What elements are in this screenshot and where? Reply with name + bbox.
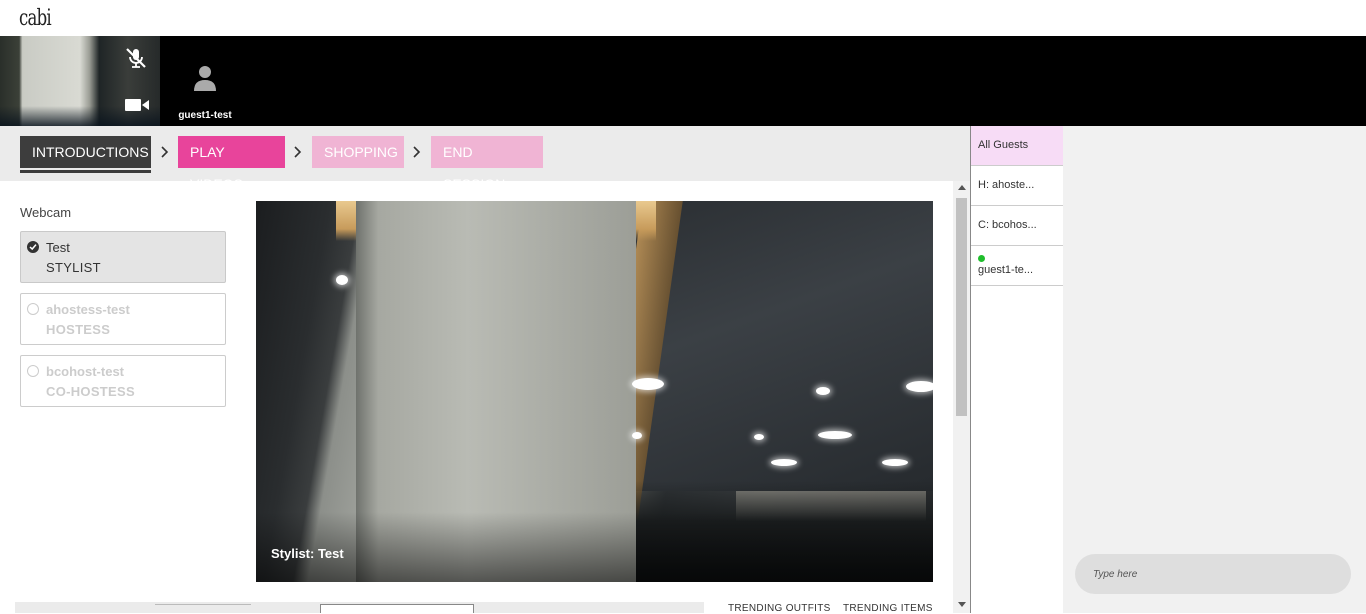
ceiling-light: [816, 387, 830, 395]
ceiling-light: [632, 378, 664, 390]
ceiling-light: [818, 431, 852, 439]
chat-input[interactable]: [1093, 564, 1333, 584]
participant-card-stylist[interactable]: Test STYLIST: [20, 231, 226, 283]
step-play-videos[interactable]: PLAY VIDEOS: [178, 136, 285, 192]
video-ceiling: [636, 201, 933, 491]
chevron-right-icon: [161, 146, 169, 158]
ceiling-light: [906, 381, 933, 392]
guest-item-hostess[interactable]: H: ahoste...: [971, 166, 1063, 206]
bottom-panel-box[interactable]: [320, 604, 474, 613]
bottom-panel-bar: [15, 602, 704, 613]
guest-item-guest1[interactable]: guest1-te...: [971, 246, 1063, 286]
guest-item-label: guest1-te...: [978, 264, 1034, 276]
guest-tile-name: guest1-test: [178, 110, 232, 121]
participant-name: bcohost-test: [46, 364, 124, 379]
guest-video-tile[interactable]: guest1-test: [170, 36, 240, 126]
radio-circle-icon: [27, 303, 39, 315]
scroll-thumb[interactable]: [956, 198, 967, 416]
webcam-label: Webcam: [20, 205, 72, 220]
participant-name: ahostess-test: [46, 302, 130, 317]
video-strip: guest1-test: [0, 36, 1366, 126]
stage-caption: Stylist: Test: [271, 546, 344, 561]
content-area: Webcam Test STYLIST ahostess-test HOSTES…: [0, 181, 953, 614]
participant-role: STYLIST: [46, 260, 101, 275]
ceiling-light: [771, 459, 797, 466]
self-video-tile[interactable]: [0, 36, 160, 126]
chevron-right-icon: [294, 146, 302, 158]
user-avatar-icon: [194, 66, 216, 91]
ceiling-light: [632, 432, 642, 439]
radio-circle-icon: [27, 365, 39, 377]
online-status-icon: [978, 255, 985, 262]
guest-item-co-hostess[interactable]: C: bcohos...: [971, 206, 1063, 246]
participant-role: CO-HOSTESS: [46, 384, 135, 399]
step-shopping[interactable]: SHOPPING: [312, 136, 404, 168]
top-bar: cabi: [0, 0, 1366, 36]
ceiling-light: [882, 459, 908, 466]
video-camera-icon[interactable]: [124, 96, 150, 114]
main-video-stage: Stylist: Test: [256, 201, 933, 582]
step-end-session[interactable]: END SESSION: [431, 136, 543, 192]
participant-name: Test: [46, 240, 70, 255]
step-introductions[interactable]: INTRODUCTIONS: [20, 136, 151, 173]
participant-card-co-hostess[interactable]: bcohost-test CO-HOSTESS: [20, 355, 226, 407]
trending-outfits-tab[interactable]: TRENDING OUTFITS: [728, 603, 831, 614]
video-shade: [256, 512, 933, 582]
guest-list: All Guests H: ahoste... C: bcohos... gue…: [970, 126, 1063, 613]
check-circle-icon: [27, 241, 39, 253]
participant-card-hostess[interactable]: ahostess-test HOSTESS: [20, 293, 226, 345]
scroll-down-arrow-icon[interactable]: [958, 602, 966, 607]
guest-item-all[interactable]: All Guests: [971, 126, 1063, 166]
scroll-up-arrow-icon[interactable]: [958, 185, 966, 190]
ceiling-light: [336, 275, 348, 285]
cabi-logo[interactable]: cabi: [19, 6, 52, 31]
chat-input-pill: [1075, 554, 1351, 594]
session-steps: INTRODUCTIONS PLAY VIDEOS SHOPPING END S…: [0, 126, 970, 192]
mic-muted-icon[interactable]: [124, 46, 148, 70]
ceiling-light: [754, 434, 764, 440]
participant-role: HOSTESS: [46, 322, 111, 337]
trending-items-tab[interactable]: TRENDING ITEMS: [843, 603, 933, 614]
chevron-right-icon: [413, 146, 421, 158]
content-scrollbar[interactable]: [953, 181, 970, 613]
main-panel: INTRODUCTIONS PLAY VIDEOS SHOPPING END S…: [0, 126, 970, 614]
chat-panel: [1063, 126, 1366, 613]
bottom-panel-line: [155, 604, 251, 605]
